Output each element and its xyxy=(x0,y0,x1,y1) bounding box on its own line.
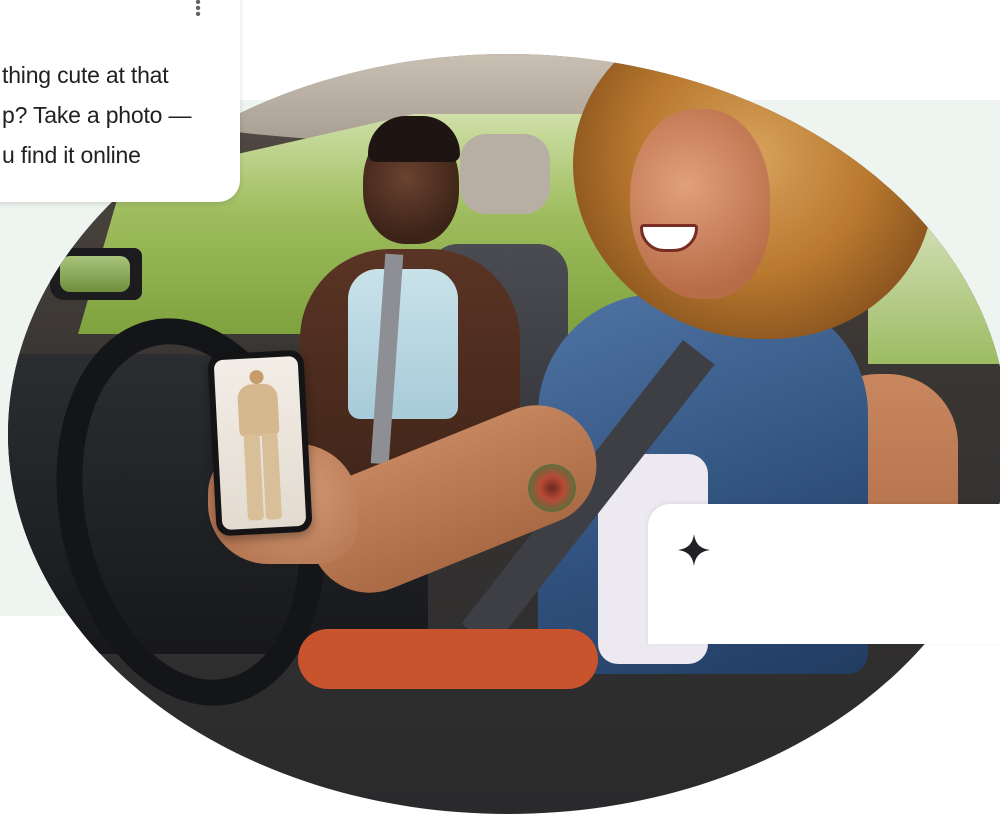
legs xyxy=(298,629,598,689)
mannequin-top xyxy=(236,383,280,438)
phone-screen xyxy=(213,355,307,531)
sparkle-icon xyxy=(678,534,710,566)
caption-line: u find it online xyxy=(2,142,141,168)
flower-tattoo xyxy=(528,464,576,512)
bottom-card xyxy=(648,504,1000,644)
caption-line: p? Take a photo — xyxy=(2,102,192,128)
mannequin-pants-left xyxy=(243,434,265,521)
caption-line: thing cute at that xyxy=(2,62,169,88)
phone xyxy=(207,349,313,537)
mannequin-pants-right xyxy=(261,433,283,520)
driver-tank-top xyxy=(348,269,458,419)
mannequin-head xyxy=(249,369,264,385)
side-mirror xyxy=(50,248,142,300)
headrest xyxy=(460,134,550,214)
passenger-face xyxy=(630,109,770,299)
caption-text: thing cute at that p? Take a photo — u f… xyxy=(2,55,238,175)
more-vert-icon[interactable]: • • • xyxy=(190,0,206,23)
caption-card: • • • thing cute at that p? Take a photo —… xyxy=(0,0,240,202)
